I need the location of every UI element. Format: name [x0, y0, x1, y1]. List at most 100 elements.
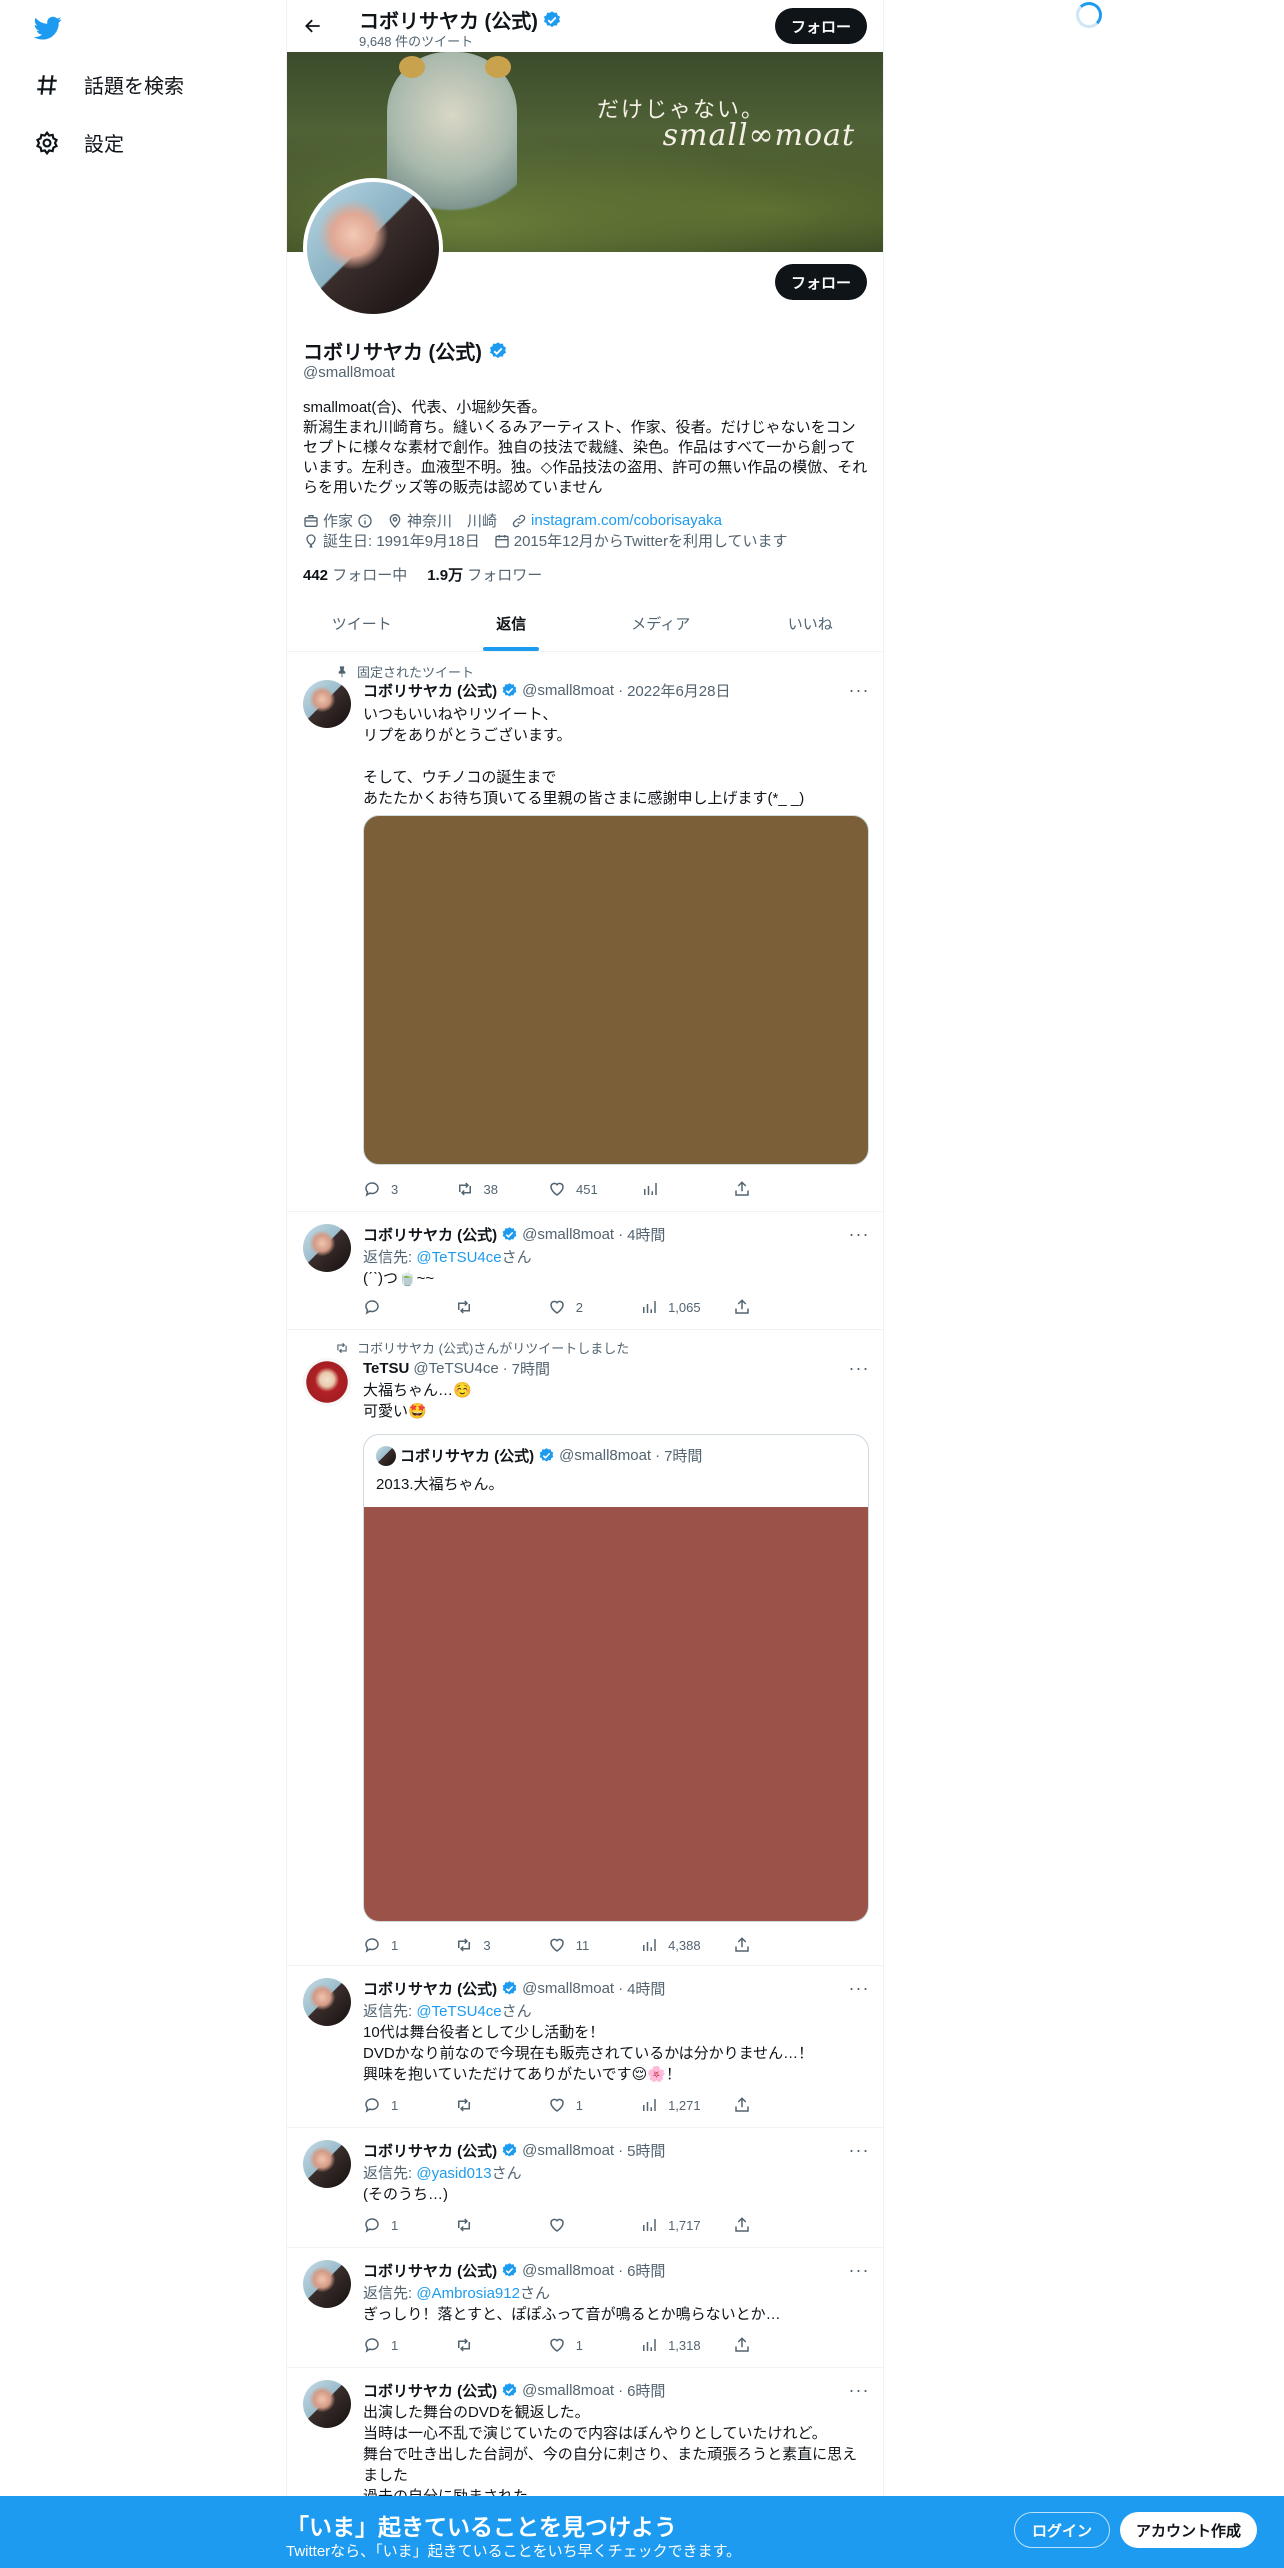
tweet-avatar[interactable] — [303, 680, 351, 728]
followers-link[interactable]: 1.9万 フォロワー — [427, 564, 542, 585]
views-button[interactable]: 1,065 — [640, 1298, 701, 1316]
profile-website[interactable]: instagram.com/coborisayaka — [511, 512, 722, 529]
signup-button[interactable]: アカウント作成 — [1120, 2512, 1258, 2548]
tweet-avatar[interactable] — [303, 1224, 351, 1272]
replying-to-handle[interactable]: @TeTSU4ce — [416, 2003, 501, 2020]
views-button[interactable]: 4,388 — [640, 1936, 701, 1954]
like-button[interactable]: 1 — [548, 2336, 608, 2354]
tweet-time[interactable]: 4時間 — [627, 1224, 665, 1245]
like-button[interactable]: 1 — [548, 2096, 608, 2114]
tweet-author-name[interactable]: TeTSU — [363, 1360, 409, 1377]
tab-likes[interactable]: いいね — [736, 596, 884, 651]
reply-button[interactable]: 1 — [363, 2096, 423, 2114]
profile-avatar[interactable] — [303, 178, 443, 318]
tweet-avatar[interactable] — [303, 2260, 351, 2308]
share-button[interactable] — [733, 2336, 793, 2354]
twitter-bird-icon[interactable] — [32, 14, 64, 42]
tab-media[interactable]: メディア — [586, 596, 736, 651]
tweet-time[interactable]: 2022年6月28日 — [627, 680, 730, 701]
back-button[interactable] — [299, 12, 327, 40]
profile-website-link[interactable]: instagram.com/coborisayaka — [531, 512, 722, 529]
reply-button[interactable]: 3 — [363, 1180, 423, 1198]
profile-follow-button[interactable]: フォロー — [775, 264, 868, 300]
share-button[interactable] — [733, 1936, 793, 1954]
like-button[interactable]: 11 — [548, 1936, 608, 1954]
tab-replies[interactable]: 返信 — [437, 596, 587, 651]
retweet-button[interactable]: 3 — [455, 1936, 515, 1954]
reply-button[interactable]: 1 — [363, 2216, 423, 2234]
more-options-icon[interactable]: ··· — [849, 1978, 869, 1998]
tweet-author-handle[interactable]: @small8moat — [522, 1226, 614, 1243]
tweet-time[interactable]: 4時間 — [627, 1978, 665, 1999]
quoted-tweet-media-image[interactable] — [364, 1507, 868, 1921]
replying-to-handle[interactable]: @yasid013 — [416, 2165, 491, 2182]
retweet-button[interactable] — [455, 2336, 515, 2354]
tweet-author-name[interactable]: コボリサヤカ (公式) — [363, 2260, 497, 2281]
like-button[interactable] — [548, 2216, 608, 2234]
following-link[interactable]: 442 フォロー中 — [303, 564, 407, 585]
tweet-author-name[interactable]: コボリサヤカ (公式) — [363, 680, 497, 701]
views-button[interactable]: 1,318 — [640, 2336, 701, 2354]
more-options-icon[interactable]: ··· — [849, 1224, 869, 1244]
views-button[interactable] — [641, 1180, 701, 1198]
replying-to-suffix: さん — [501, 2003, 532, 2020]
more-options-icon[interactable]: ··· — [849, 2140, 869, 2160]
reply-button[interactable]: 1 — [363, 2336, 423, 2354]
tweet-author-handle[interactable]: @small8moat — [522, 2382, 614, 2399]
views-button[interactable]: 1,271 — [640, 2096, 701, 2114]
more-options-icon[interactable]: ··· — [849, 2380, 869, 2400]
tweet-author-handle[interactable]: @small8moat — [522, 682, 614, 699]
tweet-time[interactable]: 7時間 — [512, 1358, 550, 1379]
nav-explore[interactable]: 話題を検索 — [34, 70, 184, 99]
tweet[interactable]: コボリサヤカ (公式)さんがリツイートしました TeTSU @TeTSU4ce … — [287, 1330, 883, 1966]
tweet[interactable]: コボリサヤカ (公式) @small8moat · 5時間 ··· 返信先: @… — [287, 2128, 883, 2248]
like-button[interactable]: 2 — [548, 1298, 608, 1316]
tweet-author-name[interactable]: コボリサヤカ (公式) — [363, 2140, 497, 2161]
reply-count: 1 — [391, 2337, 399, 2353]
tweet-avatar[interactable] — [303, 2380, 351, 2428]
views-button[interactable]: 1,717 — [640, 2216, 701, 2234]
tweet-author-handle[interactable]: @TeTSU4ce — [413, 1360, 498, 1377]
tweet-media-image[interactable] — [363, 815, 869, 1165]
reply-button[interactable] — [363, 1298, 423, 1316]
tweet-author-handle[interactable]: @small8moat — [522, 2262, 614, 2279]
tweet-avatar[interactable] — [303, 1978, 351, 2026]
share-button[interactable] — [733, 2216, 793, 2234]
tweet-author-handle[interactable]: @small8moat — [522, 1980, 614, 1997]
tweet-time[interactable]: 5時間 — [627, 2140, 665, 2161]
header-follow-button[interactable]: フォロー — [775, 8, 868, 44]
tweet[interactable]: コボリサヤカ (公式) @small8moat · 4時間 ··· 返信先: @… — [287, 1212, 883, 1330]
tweet-author-name[interactable]: コボリサヤカ (公式) — [363, 1978, 497, 1999]
profile-bio: smallmoat(合)、代表、小堀紗矢香。 新潟生まれ川崎育ち。縫いくるみアー… — [303, 399, 868, 496]
login-button[interactable]: ログイン — [1014, 2512, 1111, 2548]
retweet-button[interactable] — [455, 2096, 515, 2114]
tweet[interactable]: 固定されたツイート コボリサヤカ (公式) @small8moat · 2022… — [287, 652, 883, 1212]
tweet-time[interactable]: 6時間 — [627, 2380, 665, 2401]
share-button[interactable] — [733, 1180, 793, 1198]
tweet-author-handle[interactable]: @small8moat — [522, 2142, 614, 2159]
share-button[interactable] — [733, 2096, 793, 2114]
info-icon[interactable] — [357, 513, 373, 529]
retweet-button[interactable] — [455, 2216, 515, 2234]
tweet[interactable]: コボリサヤカ (公式) @small8moat · 4時間 ··· 返信先: @… — [287, 1966, 883, 2128]
retweet-button[interactable] — [455, 1298, 515, 1316]
more-options-icon[interactable]: ··· — [849, 2260, 869, 2280]
retweet-button[interactable]: 38 — [456, 1180, 516, 1198]
tweet[interactable]: コボリサヤカ (公式) @small8moat · 6時間 ··· 返信先: @… — [287, 2248, 883, 2368]
replying-to-handle[interactable]: @TeTSU4ce — [416, 1249, 501, 1266]
tweet-author-name[interactable]: コボリサヤカ (公式) — [363, 2380, 497, 2401]
tab-tweets[interactable]: ツイート — [287, 596, 437, 651]
reply-button[interactable]: 1 — [363, 1936, 423, 1954]
replying-to-handle[interactable]: @Ambrosia912 — [416, 2285, 520, 2302]
retweeted-by-label[interactable]: コボリサヤカ (公式)さんがリツイートしました — [357, 1338, 629, 1357]
nav-settings[interactable]: 設定 — [34, 128, 124, 157]
more-options-icon[interactable]: ··· — [849, 680, 869, 700]
share-button[interactable] — [733, 1298, 793, 1316]
tweet-author-name[interactable]: コボリサヤカ (公式) — [363, 1224, 497, 1245]
tweet-time[interactable]: 6時間 — [627, 2260, 665, 2281]
tweet-avatar[interactable] — [303, 2140, 351, 2188]
quoted-tweet[interactable]: コボリサヤカ (公式) @small8moat · 7時間 2013.大福ちゃん… — [363, 1434, 869, 1922]
tweet-avatar[interactable] — [303, 1358, 351, 1406]
more-options-icon[interactable]: ··· — [849, 1358, 869, 1378]
like-button[interactable]: 451 — [548, 1180, 608, 1198]
